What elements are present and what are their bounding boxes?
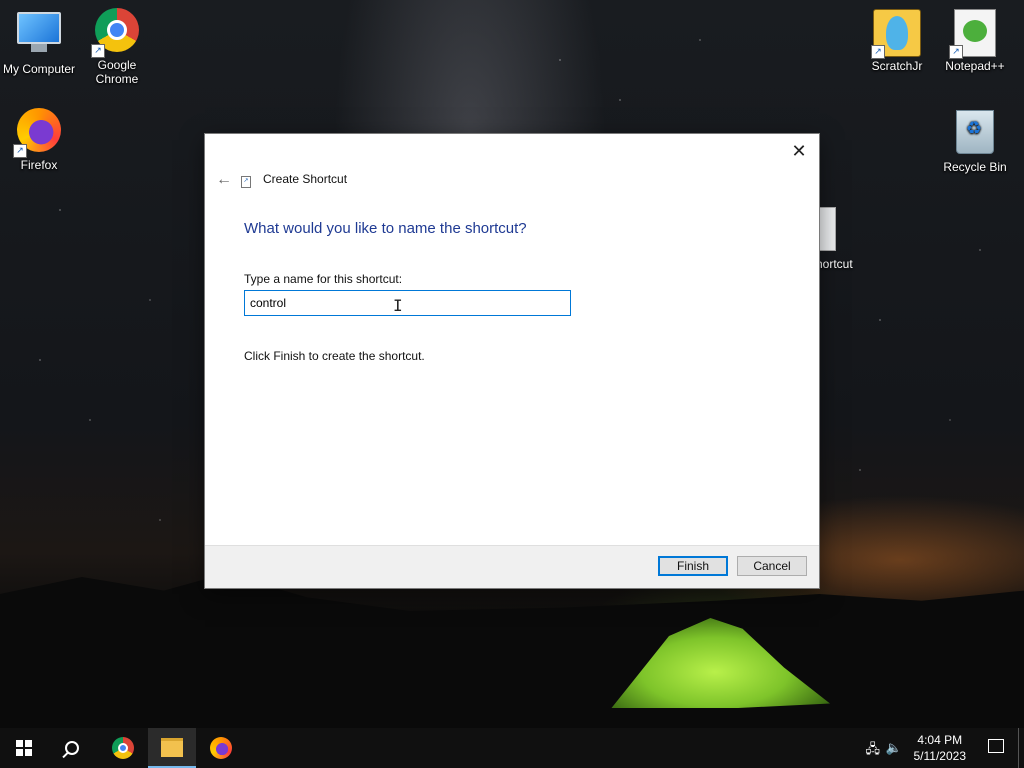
- chrome-icon: ↗: [91, 8, 141, 58]
- computer-icon: [15, 12, 63, 60]
- notification-icon[interactable]: [988, 739, 1004, 753]
- desktop-icon-label: Recycle Bin: [943, 160, 1007, 174]
- new-shortcut-label: hortcut: [816, 257, 853, 271]
- desktop-icon-label: My Computer: [2, 62, 76, 76]
- cancel-button[interactable]: Cancel: [737, 556, 807, 576]
- finish-button[interactable]: Finish: [658, 556, 728, 576]
- firefox-icon: ↗: [13, 108, 63, 158]
- folder-icon: [161, 737, 183, 757]
- network-icon[interactable]: 🖧: [866, 740, 881, 762]
- search-icon: [65, 741, 79, 755]
- desktop-icon-google-chrome[interactable]: ↗ Google Chrome: [78, 6, 156, 86]
- create-shortcut-dialog: ✕ ← ↗ Create Shortcut What would you lik…: [205, 134, 819, 588]
- desktop-icon-label: Notepad++: [945, 59, 1005, 73]
- dialog-footer: Finish Cancel: [205, 545, 819, 588]
- taskbar: 🖧 🔈 4:04 PM 5/11/2023: [0, 728, 1024, 768]
- show-desktop-button[interactable]: [1018, 728, 1024, 768]
- shortcut-name-input[interactable]: [244, 290, 571, 316]
- back-arrow-icon[interactable]: ←: [213, 170, 235, 190]
- desktop-icon-label: ScratchJr: [871, 59, 923, 73]
- search-button[interactable]: [48, 728, 96, 768]
- desktop-icon-label: Google Chrome: [95, 58, 139, 86]
- taskbar-file-explorer[interactable]: [148, 728, 196, 768]
- start-button[interactable]: [0, 728, 48, 768]
- windows-logo-icon: [16, 740, 32, 756]
- clock[interactable]: 4:04 PM 5/11/2023: [914, 732, 967, 764]
- taskbar-chrome[interactable]: [99, 728, 147, 768]
- shortcut-name-label: Type a name for this shortcut:: [244, 272, 403, 286]
- desktop-icon-firefox[interactable]: ↗ Firefox: [0, 106, 78, 172]
- text-cursor-icon: I: [393, 296, 403, 315]
- scratchjr-icon: ↗: [871, 9, 921, 59]
- shortcut-icon: ↗: [241, 176, 251, 188]
- desktop-icon-label: Firefox: [20, 158, 58, 172]
- desktop-icon-my-computer[interactable]: My Computer: [0, 8, 78, 76]
- desktop-icon-recycle-bin[interactable]: Recycle Bin: [936, 106, 1014, 174]
- close-button[interactable]: ✕: [785, 138, 813, 164]
- taskbar-firefox[interactable]: [197, 728, 245, 768]
- volume-icon[interactable]: 🔈: [886, 740, 902, 756]
- chrome-icon: [112, 737, 134, 759]
- firefox-icon: [210, 737, 232, 759]
- finish-instruction: Click Finish to create the shortcut.: [244, 349, 425, 363]
- desktop-icon-scratchjr[interactable]: ↗ ScratchJr: [858, 8, 936, 73]
- desktop-icon-notepad-plus-plus[interactable]: ↗ Notepad++: [936, 8, 1014, 73]
- clock-date: 5/11/2023: [913, 749, 967, 763]
- notepad-plus-plus-icon: ↗: [949, 9, 999, 59]
- dialog-heading: What would you like to name the shortcut…: [244, 220, 527, 237]
- clock-time: 4:04 PM: [917, 733, 963, 747]
- dialog-title: Create Shortcut: [263, 172, 348, 186]
- recycle-bin-icon: [951, 110, 999, 158]
